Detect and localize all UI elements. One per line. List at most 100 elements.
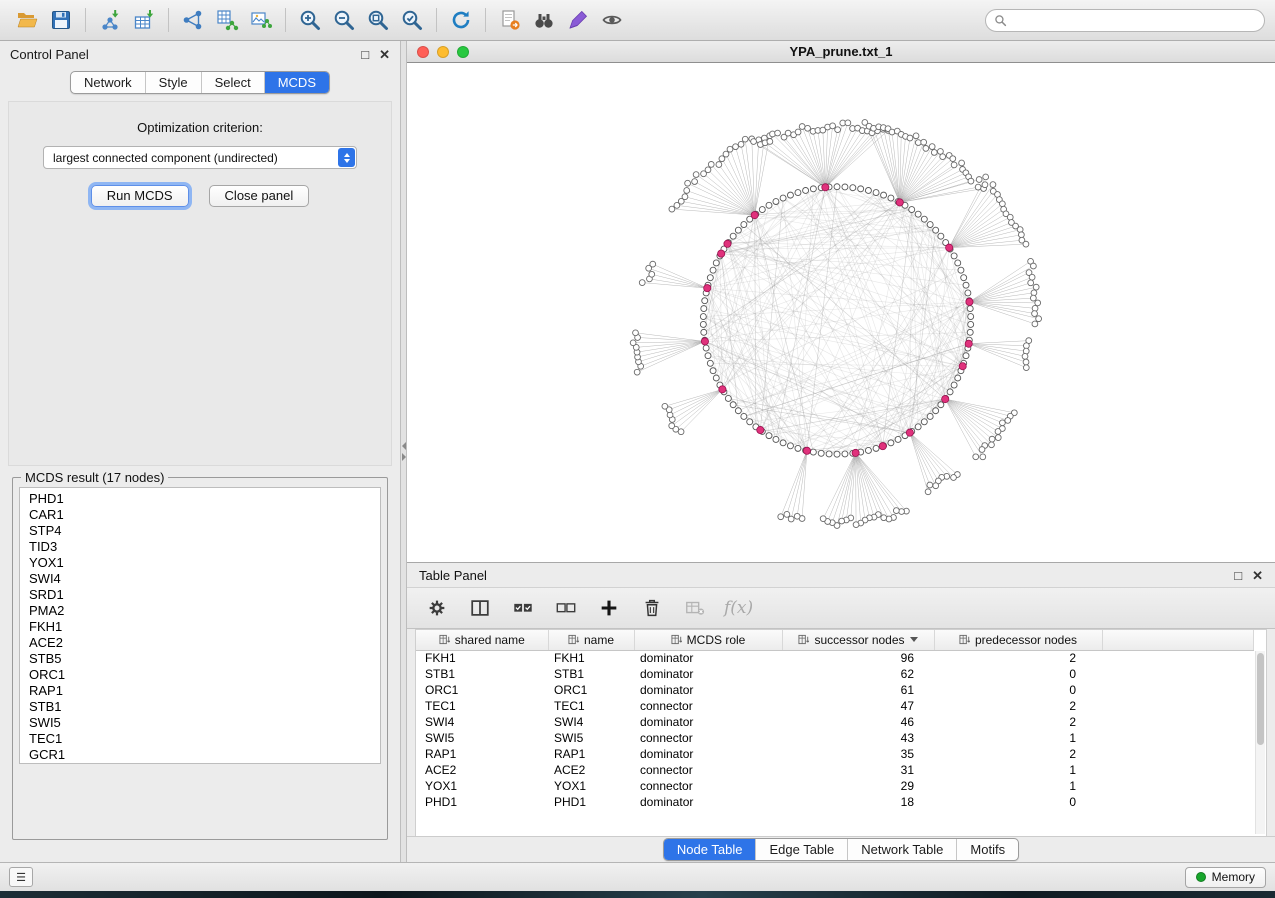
table-cell[interactable]: 47 bbox=[782, 698, 934, 714]
show-columns-button[interactable] bbox=[466, 594, 494, 622]
tab-select[interactable]: Select bbox=[201, 72, 264, 93]
mcds-node-item[interactable]: GCR1 bbox=[20, 747, 380, 763]
close-panel-button[interactable]: Close panel bbox=[209, 185, 310, 207]
minimize-window-icon[interactable] bbox=[437, 46, 449, 58]
table-cell[interactable]: SWI5 bbox=[416, 730, 548, 746]
select-all-button[interactable] bbox=[509, 594, 537, 622]
table-cell[interactable]: 46 bbox=[782, 714, 934, 730]
optimization-criterion-select[interactable]: largest connected component (undirected) bbox=[43, 146, 357, 169]
memory-button[interactable]: Memory bbox=[1185, 867, 1266, 888]
table-cell[interactable] bbox=[1102, 730, 1254, 746]
export-image-button[interactable] bbox=[244, 5, 278, 35]
column-header-predecessor-nodes[interactable]: predecessor nodes bbox=[934, 630, 1102, 650]
float-panel-icon[interactable]: □ bbox=[1234, 569, 1242, 582]
table-cell[interactable]: 61 bbox=[782, 682, 934, 698]
mcds-node-item[interactable]: TID3 bbox=[20, 539, 380, 555]
table-settings-button[interactable] bbox=[423, 594, 451, 622]
table-cell[interactable]: YOX1 bbox=[548, 778, 634, 794]
table-cell[interactable]: FKH1 bbox=[416, 650, 548, 666]
mcds-node-item[interactable]: STB1 bbox=[20, 699, 380, 715]
table-cell[interactable]: 2 bbox=[934, 746, 1102, 762]
table-cell[interactable]: dominator bbox=[634, 794, 782, 810]
table-cell[interactable]: STB1 bbox=[548, 666, 634, 682]
table-cell[interactable]: 2 bbox=[934, 650, 1102, 666]
filter-button[interactable] bbox=[561, 5, 595, 35]
add-row-button[interactable] bbox=[595, 594, 623, 622]
table-cell[interactable]: RAP1 bbox=[416, 746, 548, 762]
table-cell[interactable]: RAP1 bbox=[548, 746, 634, 762]
tab-style[interactable]: Style bbox=[145, 72, 201, 93]
table-cell[interactable]: 2 bbox=[934, 698, 1102, 714]
tab-edge-table[interactable]: Edge Table bbox=[755, 839, 847, 860]
column-header-name[interactable]: name bbox=[548, 630, 634, 650]
table-cell[interactable]: 35 bbox=[782, 746, 934, 762]
mcds-node-item[interactable]: ORC1 bbox=[20, 667, 380, 683]
table-cell[interactable]: 1 bbox=[934, 762, 1102, 778]
table-cell[interactable] bbox=[1102, 794, 1254, 810]
table-cell[interactable]: 96 bbox=[782, 650, 934, 666]
table-row[interactable]: SWI5SWI5connector431 bbox=[416, 730, 1254, 746]
table-row[interactable]: RAP1RAP1dominator352 bbox=[416, 746, 1254, 762]
close-window-icon[interactable] bbox=[417, 46, 429, 58]
close-panel-icon[interactable]: ✕ bbox=[1252, 569, 1263, 582]
column-header-mcds-role[interactable]: MCDS role bbox=[634, 630, 782, 650]
table-cell[interactable]: dominator bbox=[634, 682, 782, 698]
tab-node-table[interactable]: Node Table bbox=[664, 839, 756, 860]
maximize-window-icon[interactable] bbox=[457, 46, 469, 58]
table-cell[interactable]: 2 bbox=[934, 714, 1102, 730]
panel-splitter[interactable] bbox=[400, 41, 407, 862]
table-cell[interactable]: dominator bbox=[634, 666, 782, 682]
tab-network[interactable]: Network bbox=[71, 72, 145, 93]
table-cell[interactable]: FKH1 bbox=[548, 650, 634, 666]
table-cell[interactable]: dominator bbox=[634, 650, 782, 666]
table-cell[interactable] bbox=[1102, 666, 1254, 682]
tab-mcds[interactable]: MCDS bbox=[264, 72, 329, 93]
zoom-out-button[interactable] bbox=[327, 5, 361, 35]
mcds-node-item[interactable]: YOX1 bbox=[20, 555, 380, 571]
table-cell[interactable]: PHD1 bbox=[416, 794, 548, 810]
mcds-node-item[interactable]: SWI5 bbox=[20, 715, 380, 731]
table-cell[interactable]: 29 bbox=[782, 778, 934, 794]
delete-row-button[interactable] bbox=[638, 594, 666, 622]
table-row[interactable]: FKH1FKH1dominator962 bbox=[416, 650, 1254, 666]
collapse-left-icon[interactable] bbox=[402, 442, 406, 450]
table-cell[interactable]: 43 bbox=[782, 730, 934, 746]
table-cell[interactable]: connector bbox=[634, 762, 782, 778]
table-cell[interactable]: 31 bbox=[782, 762, 934, 778]
mcds-node-item[interactable]: RAP1 bbox=[20, 683, 380, 699]
new-network-button[interactable] bbox=[176, 5, 210, 35]
mcds-node-item[interactable]: FKH1 bbox=[20, 619, 380, 635]
table-cell[interactable]: TEC1 bbox=[416, 698, 548, 714]
open-file-button[interactable] bbox=[10, 5, 44, 35]
table-cell[interactable]: STB1 bbox=[416, 666, 548, 682]
table-cell[interactable] bbox=[1102, 746, 1254, 762]
table-cell[interactable]: connector bbox=[634, 778, 782, 794]
table-cell[interactable]: 1 bbox=[934, 778, 1102, 794]
table-cell[interactable]: 1 bbox=[934, 730, 1102, 746]
table-row[interactable]: ACE2ACE2connector311 bbox=[416, 762, 1254, 778]
search-input[interactable] bbox=[1012, 13, 1256, 27]
run-mcds-button[interactable]: Run MCDS bbox=[91, 185, 189, 207]
mcds-node-item[interactable]: STP4 bbox=[20, 523, 380, 539]
deselect-all-button[interactable] bbox=[552, 594, 580, 622]
refresh-view-button[interactable] bbox=[444, 5, 478, 35]
table-cell[interactable]: YOX1 bbox=[416, 778, 548, 794]
mcds-node-item[interactable]: TEC1 bbox=[20, 731, 380, 747]
network-canvas[interactable] bbox=[407, 63, 1275, 562]
table-cell[interactable]: ORC1 bbox=[548, 682, 634, 698]
zoom-fit-button[interactable] bbox=[361, 5, 395, 35]
save-session-button[interactable] bbox=[44, 5, 78, 35]
network-from-table-button[interactable] bbox=[210, 5, 244, 35]
table-cell[interactable]: connector bbox=[634, 730, 782, 746]
column-header-successor-nodes[interactable]: successor nodes bbox=[782, 630, 934, 650]
mcds-node-item[interactable]: ACE2 bbox=[20, 635, 380, 651]
column-header-shared-name[interactable]: shared name bbox=[416, 630, 548, 650]
table-row[interactable]: PHD1PHD1dominator180 bbox=[416, 794, 1254, 810]
search-field[interactable] bbox=[985, 9, 1265, 32]
table-cell[interactable]: 0 bbox=[934, 682, 1102, 698]
table-cell[interactable]: 62 bbox=[782, 666, 934, 682]
import-table-button[interactable] bbox=[127, 5, 161, 35]
table-row[interactable]: SWI4SWI4dominator462 bbox=[416, 714, 1254, 730]
table-cell[interactable]: 0 bbox=[934, 666, 1102, 682]
table-cell[interactable] bbox=[1102, 778, 1254, 794]
